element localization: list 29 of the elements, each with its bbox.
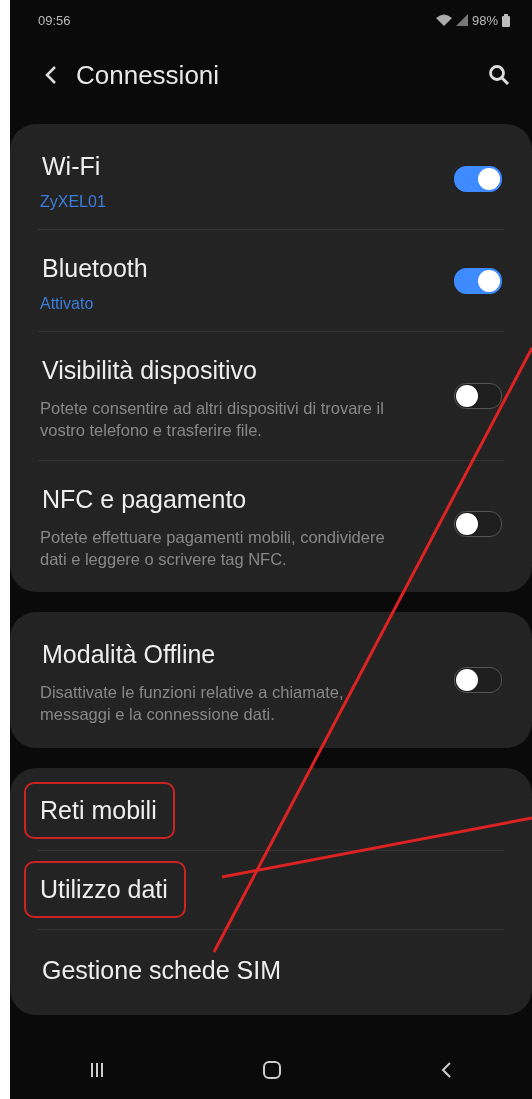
setting-title[interactable]: Reti mobili <box>24 782 175 840</box>
setting-status: ZyXEL01 <box>40 193 107 211</box>
search-icon <box>488 64 510 86</box>
setting-title[interactable]: Visibilità dispositivo <box>32 350 267 391</box>
setting-description: Potete effettuare pagamenti mobili, condividere dati e leggere o scrivere tag NFC. <box>40 526 386 570</box>
setting-title[interactable]: Modalità Offline <box>32 634 226 676</box>
toggle-switch[interactable] <box>454 666 502 693</box>
toggle-switch[interactable] <box>454 511 502 538</box>
toggle-switch[interactable] <box>454 267 502 294</box>
setting-title[interactable]: Wi-Fi <box>32 146 111 187</box>
status-time: 09:56 <box>38 12 71 28</box>
battery-percent: 98% <box>471 12 498 28</box>
recent-apps-icon <box>88 1062 105 1078</box>
setting-title[interactable]: NFC e pagamento <box>32 478 257 520</box>
toggle-switch[interactable] <box>454 382 502 409</box>
setting-title[interactable]: Bluetooth <box>32 248 158 289</box>
setting-status: Attivato <box>40 295 95 313</box>
toggle-switch[interactable] <box>454 165 502 192</box>
battery-icon <box>502 13 510 27</box>
wifi-icon <box>435 14 452 26</box>
page-title: Connessioni <box>76 59 221 91</box>
back-icon <box>439 1061 454 1079</box>
setting-description: Potete consentire ad altri dispositivi di trovare il vostro telefono e trasferire file. <box>40 398 385 442</box>
back-icon <box>44 65 58 85</box>
signal-icon <box>455 14 468 26</box>
setting-title[interactable]: Utilizzo dati <box>24 861 186 919</box>
setting-description: Disattivate le funzioni relative a chiamate, messaggi e la connessione dati. <box>40 682 345 726</box>
setting-title[interactable]: Gestione schede SIM <box>32 949 291 991</box>
home-icon <box>262 1060 282 1080</box>
